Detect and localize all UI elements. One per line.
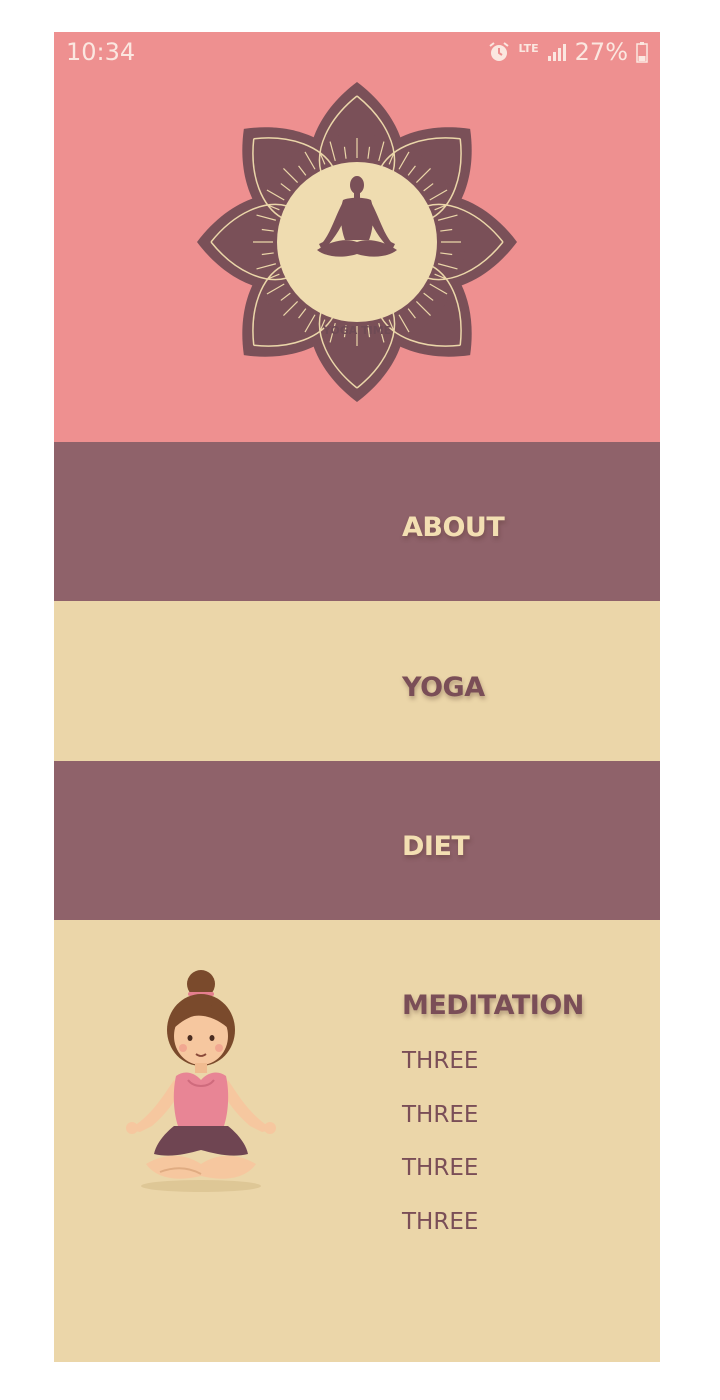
network-type: LTE — [518, 41, 539, 55]
logo-text: YOGA TIME — [322, 324, 392, 337]
meditation-menu-item[interactable]: MEDITATION — [402, 990, 584, 1021]
signal-icon — [547, 44, 566, 61]
yoga-menu-item[interactable]: YOGA — [402, 672, 485, 703]
status-icons: LTE 27% — [488, 38, 648, 66]
lotus-logo-icon — [197, 82, 517, 402]
alarm-icon — [489, 42, 510, 61]
diet-menu-item[interactable]: DIET — [402, 831, 470, 862]
about-section[interactable]: ABOUT — [54, 442, 660, 601]
app-screen: YOGA TIME 10:34 LTE 27% ABOUT YOGA DIET … — [54, 32, 660, 1362]
meditation-subitem[interactable]: THREE — [402, 1102, 478, 1128]
yoga-section[interactable]: YOGA — [54, 601, 660, 761]
yoga-time-logo: YOGA TIME — [197, 82, 517, 402]
meditation-subitem[interactable]: THREE — [402, 1155, 478, 1181]
battery-icon — [636, 42, 648, 63]
status-bar: 10:34 LTE 27% — [54, 32, 660, 76]
diet-section[interactable]: DIET — [54, 761, 660, 920]
about-menu-item[interactable]: ABOUT — [402, 512, 505, 543]
meditating-girl-icon — [126, 970, 276, 1192]
meditation-subitem[interactable]: THREE — [402, 1048, 478, 1074]
header-banner: YOGA TIME — [54, 32, 660, 442]
meditation-subitem[interactable]: THREE — [402, 1209, 478, 1235]
status-time: 10:34 — [66, 38, 136, 66]
meditating-girl-illustration — [116, 968, 286, 1198]
battery-percent: 27% — [574, 38, 628, 66]
